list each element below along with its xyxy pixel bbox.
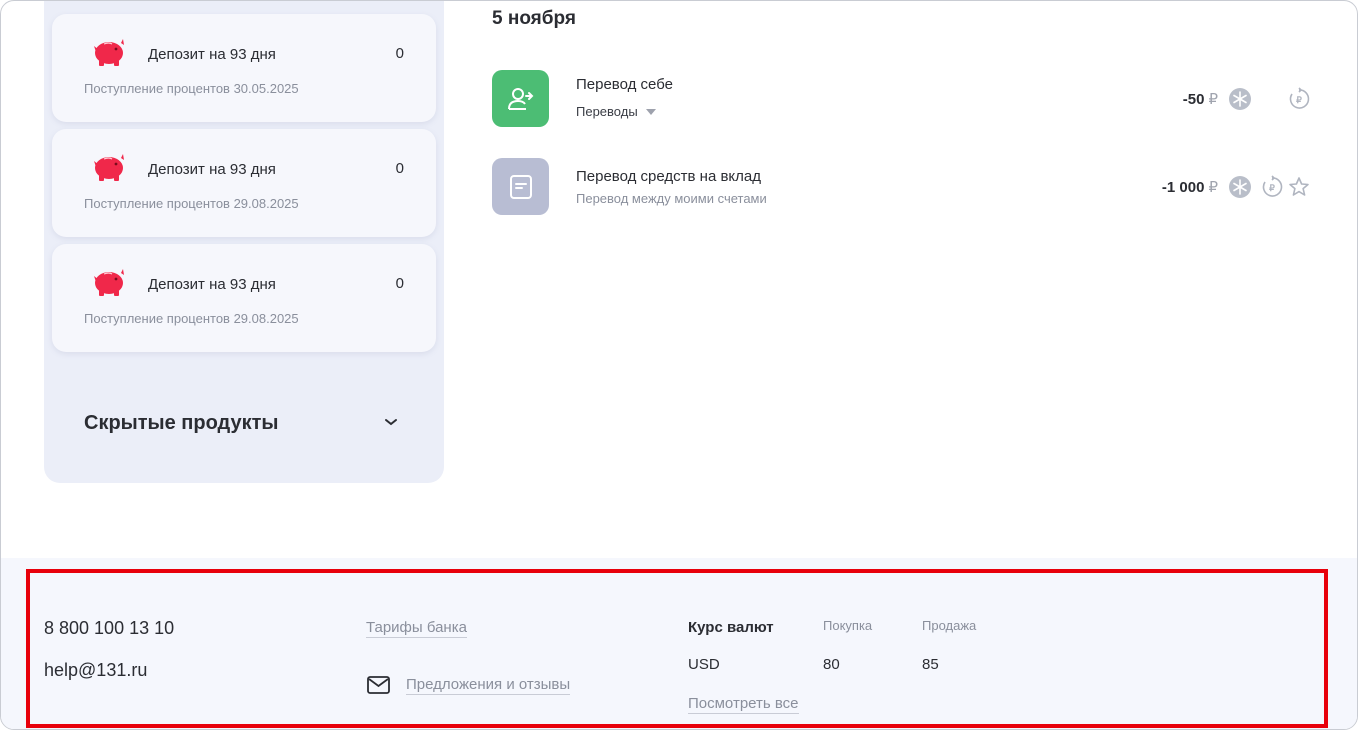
deposit-card[interactable]: Депозит на 93 дня 0 Поступление проценто… bbox=[52, 14, 436, 122]
deposit-interest-date: Поступление процентов 30.05.2025 bbox=[84, 81, 299, 96]
deposit-balance: 0 bbox=[395, 45, 404, 62]
transaction-amount-value: -1 000 bbox=[1161, 179, 1205, 196]
transaction-amount: -1 000 ₽ bbox=[1162, 178, 1218, 196]
rates-sell-value: 85 bbox=[922, 656, 939, 673]
rates-see-all-link[interactable]: Посмотреть все bbox=[688, 695, 799, 714]
rates-currency-code: USD bbox=[688, 656, 720, 673]
transaction-icon[interactable] bbox=[492, 70, 549, 127]
ruble-refund-icon[interactable]: ₽ bbox=[1287, 87, 1311, 111]
caret-down-icon bbox=[645, 108, 656, 115]
snowflake-icon[interactable] bbox=[1228, 175, 1252, 199]
deposit-interest-date: Поступление процентов 29.08.2025 bbox=[84, 196, 299, 211]
currency-rates-title: Курс валют bbox=[688, 619, 774, 636]
piggy-bank-icon bbox=[94, 154, 124, 181]
snowflake-icon[interactable] bbox=[1228, 87, 1252, 111]
document-icon bbox=[509, 174, 532, 199]
tariffs-link[interactable]: Тарифы банка bbox=[366, 619, 467, 638]
transaction-amount: -50 ₽ bbox=[1183, 90, 1218, 108]
deposit-card[interactable]: Депозит на 93 дня 0 Поступление проценто… bbox=[52, 244, 436, 352]
rates-buy-header: Покупка bbox=[823, 618, 873, 633]
transaction-subtitle: Перевод между моими счетами bbox=[576, 191, 767, 206]
support-phone[interactable]: 8 800 100 13 10 bbox=[44, 618, 174, 639]
deposit-interest-date: Поступление процентов 29.08.2025 bbox=[84, 311, 299, 326]
deposit-title: Депозит на 93 дня bbox=[148, 161, 276, 178]
currency-symbol: ₽ bbox=[1208, 91, 1218, 108]
piggy-bank-icon bbox=[94, 39, 124, 66]
transaction-category-dropdown[interactable]: Переводы bbox=[576, 104, 656, 119]
feed-date-heading: 5 ноября bbox=[492, 8, 576, 29]
rates-sell-header: Продажа bbox=[922, 618, 977, 633]
currency-symbol: ₽ bbox=[1208, 179, 1218, 196]
deposit-title: Депозит на 93 дня bbox=[148, 46, 276, 63]
deposit-title: Депозит на 93 дня bbox=[148, 276, 276, 293]
deposit-card[interactable]: Депозит на 93 дня 0 Поступление проценто… bbox=[52, 129, 436, 237]
person-transfer-icon bbox=[507, 87, 533, 110]
hidden-products-toggle[interactable]: Скрытые продукты bbox=[84, 412, 279, 435]
transaction-amount-value: -50 bbox=[1182, 91, 1205, 108]
mail-icon bbox=[367, 676, 390, 694]
piggy-bank-icon bbox=[94, 269, 124, 296]
ruble-refund-icon[interactable]: ₽ bbox=[1260, 175, 1284, 199]
deposit-balance: 0 bbox=[395, 275, 404, 292]
svg-text:₽: ₽ bbox=[1269, 183, 1275, 193]
rates-buy-value: 80 bbox=[823, 656, 840, 673]
star-icon[interactable] bbox=[1287, 175, 1311, 199]
support-email[interactable]: help@131.ru bbox=[44, 660, 147, 681]
deposit-balance: 0 bbox=[395, 160, 404, 177]
transaction-title[interactable]: Перевод себе bbox=[576, 76, 673, 93]
products-sidebar: Депозит на 93 дня 0 Поступление проценто… bbox=[44, 1, 444, 483]
transaction-title[interactable]: Перевод средств на вклад bbox=[576, 168, 761, 185]
svg-text:₽: ₽ bbox=[1296, 95, 1302, 105]
page-footer bbox=[1, 558, 1357, 729]
transaction-category-label: Переводы bbox=[576, 104, 638, 119]
feedback-link[interactable]: Предложения и отзывы bbox=[406, 676, 571, 695]
app-window: Депозит на 93 дня 0 Поступление проценто… bbox=[0, 0, 1358, 730]
transaction-icon[interactable] bbox=[492, 158, 549, 215]
chevron-down-icon[interactable] bbox=[384, 417, 398, 427]
